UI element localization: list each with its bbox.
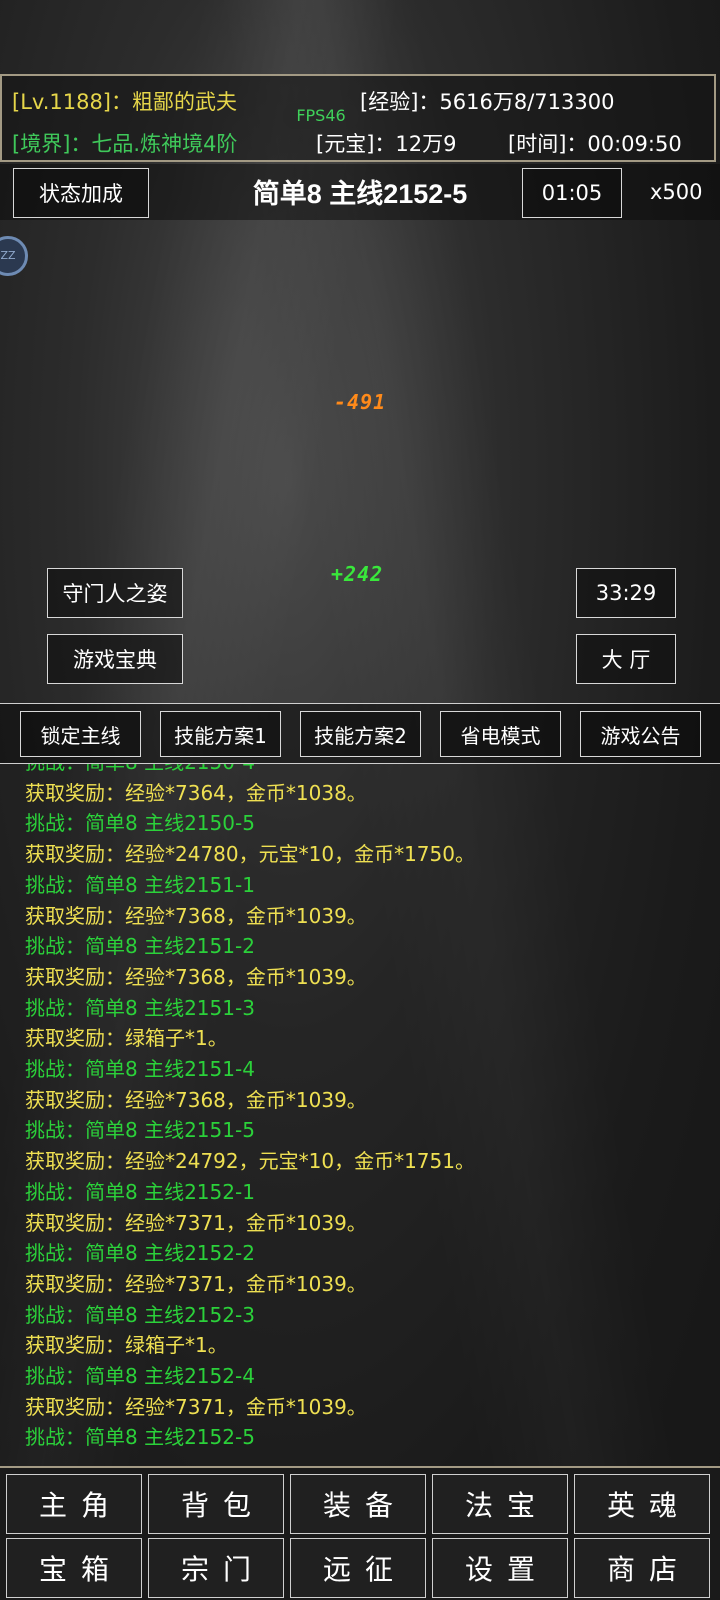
log-reward-line: 获取奖励：经验*24792，元宝*10，金币*1751。 (25, 1149, 475, 1174)
countdown-timer: 33:29 (576, 568, 676, 618)
log-challenge-line: 挑战：简单8 主线2151-1 (25, 872, 255, 897)
fps-badge: FPS46 (283, 103, 359, 129)
lock-mainline-button[interactable]: 锁定主线 (20, 711, 141, 757)
log-challenge-line: 挑战：简单8 主线2152-4 (25, 1364, 255, 1388)
announcement-button[interactable]: 游戏公告 (580, 711, 701, 757)
player-level-name: [Lv.1188]：粗鄙的武夫 (12, 86, 237, 116)
stage-title: 简单8 主线2152-5 (252, 179, 468, 209)
log-reward-line: 获取奖励：经验*7368，金币*1039。 (25, 903, 367, 928)
skill-plan-1-button[interactable]: 技能方案1 (160, 711, 281, 757)
skill-plan-2-button[interactable]: 技能方案2 (300, 711, 421, 757)
time-label: [时间] (508, 132, 567, 156)
log-reward-line: 获取奖励：经验*7371，金币*1039。 (25, 1394, 367, 1419)
log-reward-line: 获取奖励：经验*7368，金币*1039。 (25, 964, 367, 989)
log-reward-line: 获取奖励：经验*7368，金币*1039。 (25, 1087, 367, 1112)
status-bonus-button[interactable]: 状态加成 (13, 168, 149, 218)
game-guide-button[interactable]: 游戏宝典 (47, 634, 183, 684)
log-reward-line: 获取奖励：经验*24780，元宝*10，金币*1750。 (25, 842, 475, 867)
damage-number: -491 (334, 390, 387, 414)
time-value: ：00:09:50 (566, 132, 682, 156)
log-reward-line: 获取奖励：绿箱子*1。 (25, 1333, 228, 1358)
log-challenge-line: 挑战：简单8 主线2151-2 (25, 934, 255, 959)
battle-log[interactable]: 挑战：简单8 主线2150-4 获取奖励：经验*7364，金币*1038。挑战：简… (0, 764, 720, 1467)
log-reward-line: 获取奖励：绿箱子*1。 (25, 1026, 228, 1051)
realm-label: [境界] (12, 132, 71, 156)
gatekeeper-button[interactable]: 守门人之姿 (47, 568, 183, 618)
log-reward-line: 获取奖励：经验*7371，金币*1039。 (25, 1271, 367, 1296)
heal-number: +242 (331, 562, 384, 586)
yuanbao-label: [元宝] (316, 132, 375, 156)
nav-hero-soul-button[interactable]: 英魂 (574, 1474, 710, 1534)
log-challenge-line: 挑战：简单8 主线2152-2 (25, 1241, 255, 1266)
nav-sect-button[interactable]: 宗门 (148, 1538, 284, 1598)
level-label: [Lv.1188] (12, 90, 112, 114)
log-challenge-line: 挑战：简单8 主线2151-4 (25, 1057, 255, 1081)
nav-shop-button[interactable]: 商店 (574, 1538, 710, 1598)
log-challenge-line: 挑战：简单8 主线2152-3 (25, 1302, 255, 1327)
log-challenge-line: 挑战：简单8 主线2151-5 (25, 1118, 255, 1143)
time-display: [时间]：00:09:50 (508, 128, 682, 158)
exp-value: ：5616万8/713300 (418, 90, 615, 114)
power-save-button[interactable]: 省电模式 (440, 711, 561, 757)
log-challenge-line: 挑战：简单8 主线2150-5 (25, 811, 255, 836)
nav-backpack-button[interactable]: 背包 (148, 1474, 284, 1534)
nav-equipment-button[interactable]: 装备 (290, 1474, 426, 1534)
yuanbao-value: ：12万9 (374, 132, 457, 156)
sleep-icon[interactable]: ZZ (0, 236, 28, 276)
player-name: ：粗鄙的武夫 (111, 90, 238, 114)
exp-label: [经验] (360, 90, 419, 114)
bottom-navigation: 主角 背包 装备 法宝 英魂宝箱 宗门 远征 设置 商店 (0, 1466, 720, 1600)
nav-chest-button[interactable]: 宝箱 (6, 1538, 142, 1598)
log-challenge-line: 挑战：简单8 主线2152-1 (25, 1179, 255, 1204)
log-reward-line: 获取奖励：经验*7371，金币*1039。 (25, 1210, 367, 1235)
realm-value: ：七品.炼神境4阶 (70, 132, 238, 156)
log-challenge-line: 挑战：简单8 主线2151-3 (25, 995, 255, 1020)
lobby-button[interactable]: 大 厅 (576, 634, 676, 684)
nav-treasure-button[interactable]: 法宝 (432, 1474, 568, 1534)
log-challenge-line: 挑战：简单8 主线2150-4 (25, 764, 255, 775)
nav-expedition-button[interactable]: 远征 (290, 1538, 426, 1598)
log-challenge-line: 挑战：简单8 主线2152-5 (25, 1425, 255, 1450)
yuanbao-display: [元宝]：12万9 (316, 128, 456, 158)
nav-settings-button[interactable]: 设置 (432, 1538, 568, 1598)
exp-display: [经验]：5616万8/713300 (360, 86, 614, 116)
speed-multiplier[interactable]: x500 (650, 180, 703, 204)
stage-timer: 01:05 (522, 168, 622, 218)
realm-display: [境界]：七品.炼神境4阶 (12, 128, 237, 158)
log-reward-line: 获取奖励：经验*7364，金币*1038。 (25, 780, 367, 805)
nav-protagonist-button[interactable]: 主角 (6, 1474, 142, 1534)
